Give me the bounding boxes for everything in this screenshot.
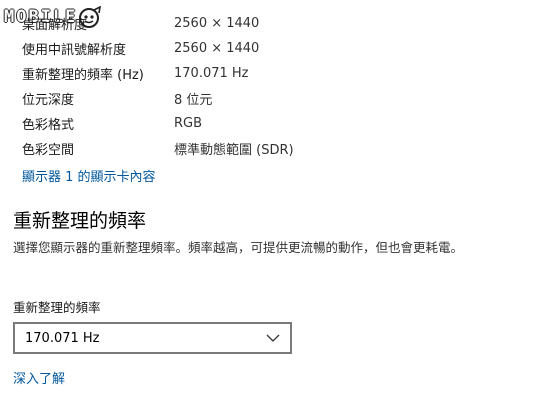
refresh-rate-dropdown[interactable]: 170.071 Hz — [13, 322, 292, 354]
info-label: 使用中訊號解析度 — [22, 43, 127, 58]
learn-more-link[interactable]: 深入了解 — [13, 368, 65, 387]
info-value: RGB — [174, 116, 203, 131]
info-value: 標準動態範圍 (SDR) — [174, 143, 294, 158]
refresh-rate-section-title: 重新整理的頻率 — [13, 210, 147, 232]
refresh-rate-selected-value: 170.071 Hz — [25, 330, 100, 346]
info-label: 色彩空間 — [22, 143, 75, 158]
info-label: 桌面解析度 — [22, 18, 88, 33]
info-value: 8 位元 — [174, 93, 213, 108]
info-row-refresh-rate: 重新整理的頻率 (Hz) 170.071 Hz — [22, 61, 442, 86]
info-row-color-format: 色彩格式 RGB — [22, 111, 442, 136]
info-value: 2560 × 1440 — [174, 41, 260, 56]
display-adapter-properties-link[interactable]: 顯示器 1 的顯示卡內容 — [22, 166, 156, 185]
refresh-rate-field-label: 重新整理的頻率 — [13, 300, 101, 315]
info-row-color-space: 色彩空間 標準動態範圍 (SDR) — [22, 136, 442, 161]
display-info-table: 桌面解析度 2560 × 1440 使用中訊號解析度 2560 × 1440 重… — [22, 11, 442, 161]
chevron-down-icon — [256, 324, 290, 352]
info-value: 170.071 Hz — [174, 66, 249, 81]
info-value: 2560 × 1440 — [174, 16, 260, 31]
info-label: 色彩格式 — [22, 118, 75, 133]
info-label: 重新整理的頻率 (Hz) — [22, 68, 144, 83]
info-row-active-signal-resolution: 使用中訊號解析度 2560 × 1440 — [22, 36, 442, 61]
refresh-rate-description: 選擇您顯示器的重新整理頻率。頻率越高，可提供更流暢的動作，但也會更耗電。 — [13, 240, 464, 255]
info-row-desktop-resolution: 桌面解析度 2560 × 1440 — [22, 11, 442, 36]
info-row-bit-depth: 位元深度 8 位元 — [22, 86, 442, 111]
info-label: 位元深度 — [22, 93, 75, 108]
